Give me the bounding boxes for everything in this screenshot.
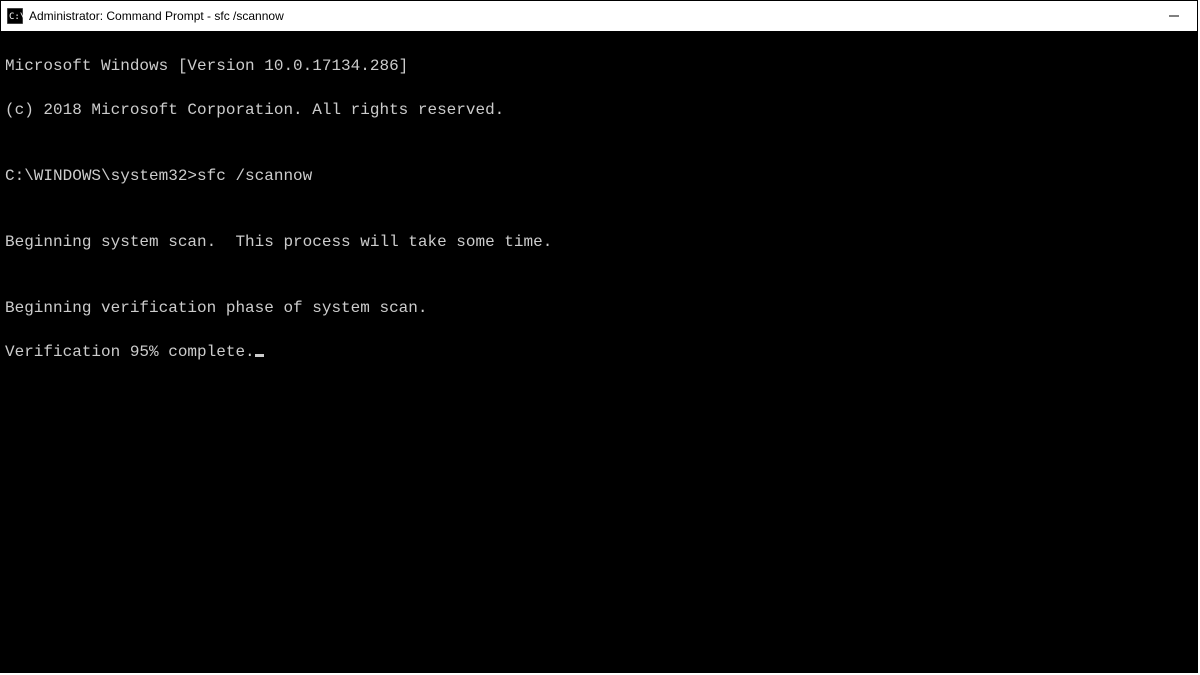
window-controls	[1151, 1, 1197, 31]
svg-text:C:\: C:\	[9, 12, 23, 22]
window-title: Administrator: Command Prompt - sfc /sca…	[29, 9, 1151, 23]
cursor	[255, 354, 264, 357]
terminal-output[interactable]: Microsoft Windows [Version 10.0.17134.28…	[1, 31, 1197, 672]
terminal-prompt-line: C:\WINDOWS\system32>sfc /scannow	[5, 165, 1193, 187]
titlebar[interactable]: C:\ Administrator: Command Prompt - sfc …	[1, 1, 1197, 31]
terminal-line: Beginning system scan. This process will…	[5, 231, 1193, 253]
minimize-button[interactable]	[1151, 1, 1197, 31]
progress-text: Verification 95% complete.	[5, 343, 255, 361]
terminal-line: Microsoft Windows [Version 10.0.17134.28…	[5, 55, 1193, 77]
terminal-line: (c) 2018 Microsoft Corporation. All righ…	[5, 99, 1193, 121]
terminal-line: Beginning verification phase of system s…	[5, 297, 1193, 319]
command-prompt-icon: C:\	[7, 8, 23, 24]
terminal-progress-line: Verification 95% complete.	[5, 341, 1193, 363]
command-prompt-window: C:\ Administrator: Command Prompt - sfc …	[0, 0, 1198, 673]
